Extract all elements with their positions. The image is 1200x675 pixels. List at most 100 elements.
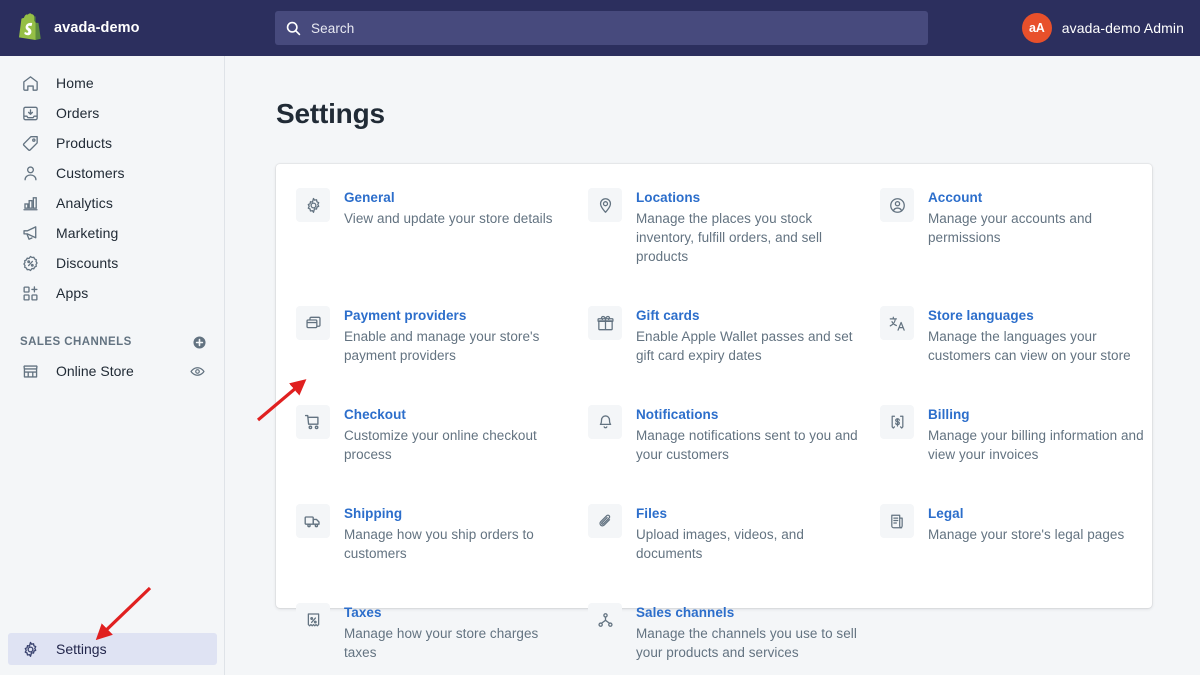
sidebar-item-label: Settings	[56, 641, 107, 657]
entry-title[interactable]: Shipping	[344, 505, 570, 523]
entry-title[interactable]: Taxes	[344, 604, 570, 622]
store-name-label: avada-demo	[54, 20, 140, 36]
entry-body: Locations Manage the places you stock in…	[636, 188, 862, 286]
entry-description: Manage the languages your customers can …	[928, 329, 1131, 363]
sidebar-item-discounts[interactable]: Discounts	[8, 248, 216, 278]
sales-channels-section-header: SALES CHANNELS	[20, 332, 208, 352]
settings-entry-account[interactable]: Account Manage your accounts and permiss…	[880, 188, 1172, 286]
settings-entry-checkout[interactable]: Checkout Customize your online checkout …	[296, 405, 588, 484]
top-bar: avada-demo Search aA avada-demo Admin	[0, 0, 1200, 56]
entry-body: Account Manage your accounts and permiss…	[928, 188, 1154, 286]
user-name-label: avada-demo Admin	[1061, 20, 1184, 36]
sidebar: Home Orders Products Customers Analytics…	[0, 56, 225, 675]
sidebar-item-label: Discounts	[56, 255, 119, 271]
analytics-bar-chart-icon	[20, 193, 40, 213]
discount-percent-badge-icon	[20, 253, 40, 273]
entry-body: Payment providers Enable and manage your…	[344, 306, 570, 385]
entry-body: Taxes Manage how your store charges taxe…	[344, 603, 570, 662]
billing-receipt-dollar-icon	[880, 405, 914, 439]
sidebar-item-orders[interactable]: Orders	[8, 98, 216, 128]
settings-column-1: General View and update your store detai…	[296, 188, 588, 675]
search-placeholder: Search	[311, 20, 355, 36]
eye-icon[interactable]	[189, 363, 206, 380]
sidebar-item-label: Orders	[56, 105, 100, 121]
sidebar-item-label: Marketing	[56, 225, 119, 241]
sidebar-footer: Settings	[0, 633, 225, 665]
settings-entry-locations[interactable]: Locations Manage the places you stock in…	[588, 188, 880, 286]
settings-entry-notifications[interactable]: Notifications Manage notifications sent …	[588, 405, 880, 484]
entry-title[interactable]: Gift cards	[636, 307, 862, 325]
plus-circle-icon[interactable]	[191, 334, 208, 351]
entry-description: Manage your store's legal pages	[928, 527, 1125, 542]
entry-title[interactable]: Payment providers	[344, 307, 570, 325]
tax-receipt-percent-icon	[296, 603, 330, 637]
settings-entry-shipping[interactable]: Shipping Manage how you ship orders to c…	[296, 504, 588, 583]
payment-card-icon	[296, 306, 330, 340]
entry-description: Upload images, videos, and documents	[636, 527, 804, 561]
settings-entry-billing[interactable]: Billing Manage your billing information …	[880, 405, 1172, 484]
entry-title[interactable]: Sales channels	[636, 604, 862, 622]
shopify-bag-icon	[14, 13, 42, 43]
sidebar-item-apps[interactable]: Apps	[8, 278, 216, 308]
translate-languages-icon	[880, 306, 914, 340]
entry-title[interactable]: Legal	[928, 505, 1124, 523]
entry-title[interactable]: General	[344, 189, 553, 207]
entry-title[interactable]: Billing	[928, 406, 1154, 424]
search-icon	[285, 20, 302, 37]
sidebar-item-marketing[interactable]: Marketing	[8, 218, 216, 248]
settings-entry-files[interactable]: Files Upload images, videos, and documen…	[588, 504, 880, 583]
settings-entry-legal[interactable]: Legal Manage your store's legal pages	[880, 504, 1172, 583]
entry-description: Manage how your store charges taxes	[344, 626, 539, 660]
orders-inbox-icon	[20, 103, 40, 123]
entry-description: Manage the places you stock inventory, f…	[636, 211, 823, 264]
notification-bell-icon	[588, 405, 622, 439]
sales-channels-network-icon	[588, 603, 622, 637]
entry-title[interactable]: Store languages	[928, 307, 1154, 325]
sidebar-item-label: Products	[56, 135, 113, 151]
entry-description: Customize your online checkout process	[344, 428, 537, 462]
shipping-truck-icon	[296, 504, 330, 538]
entry-description: View and update your store details	[344, 211, 553, 226]
gear-icon	[296, 188, 330, 222]
entry-body: Checkout Customize your online checkout …	[344, 405, 570, 484]
settings-column-2: Locations Manage the places you stock in…	[588, 188, 880, 675]
settings-entry-sales-channels[interactable]: Sales channels Manage the channels you u…	[588, 603, 880, 662]
entry-description: Enable Apple Wallet passes and set gift …	[636, 329, 853, 363]
settings-entry-taxes[interactable]: Taxes Manage how your store charges taxe…	[296, 603, 588, 662]
entry-title[interactable]: Files	[636, 505, 862, 523]
legal-document-icon	[880, 504, 914, 538]
store-brand[interactable]: avada-demo	[0, 0, 225, 56]
sidebar-item-customers[interactable]: Customers	[8, 158, 216, 188]
paperclip-files-icon	[588, 504, 622, 538]
entry-body: Files Upload images, videos, and documen…	[636, 504, 862, 583]
sidebar-item-products[interactable]: Products	[8, 128, 216, 158]
entry-body: Gift cards Enable Apple Wallet passes an…	[636, 306, 862, 385]
entry-title[interactable]: Checkout	[344, 406, 570, 424]
settings-entry-general[interactable]: General View and update your store detai…	[296, 188, 588, 286]
settings-entry-payment-providers[interactable]: Payment providers Enable and manage your…	[296, 306, 588, 385]
search-input[interactable]: Search	[275, 11, 928, 45]
entry-title[interactable]: Locations	[636, 189, 862, 207]
sidebar-item-label: Home	[56, 75, 94, 91]
sidebar-item-home[interactable]: Home	[8, 68, 216, 98]
home-icon	[20, 73, 40, 93]
sidebar-item-online-store[interactable]: Online Store	[8, 356, 216, 386]
sales-channels-title: SALES CHANNELS	[20, 336, 132, 348]
entry-description: Manage your billing information and view…	[928, 428, 1144, 462]
gear-icon	[20, 639, 40, 659]
sidebar-item-label: Apps	[56, 285, 89, 301]
user-menu[interactable]: aA avada-demo Admin	[1018, 0, 1188, 56]
entry-body: Legal Manage your store's legal pages	[928, 504, 1124, 583]
entry-title[interactable]: Notifications	[636, 406, 862, 424]
entry-description: Manage notifications sent to you and you…	[636, 428, 858, 462]
entry-description: Manage how you ship orders to customers	[344, 527, 534, 561]
sidebar-item-settings[interactable]: Settings	[8, 633, 217, 665]
sidebar-item-label: Customers	[56, 165, 125, 181]
settings-entry-gift-cards[interactable]: Gift cards Enable Apple Wallet passes an…	[588, 306, 880, 385]
settings-entry-store-languages[interactable]: Store languages Manage the languages you…	[880, 306, 1172, 385]
entry-title[interactable]: Account	[928, 189, 1154, 207]
sidebar-item-label: Analytics	[56, 195, 113, 211]
account-circle-person-icon	[880, 188, 914, 222]
avatar: aA	[1021, 13, 1052, 43]
sidebar-item-analytics[interactable]: Analytics	[8, 188, 216, 218]
